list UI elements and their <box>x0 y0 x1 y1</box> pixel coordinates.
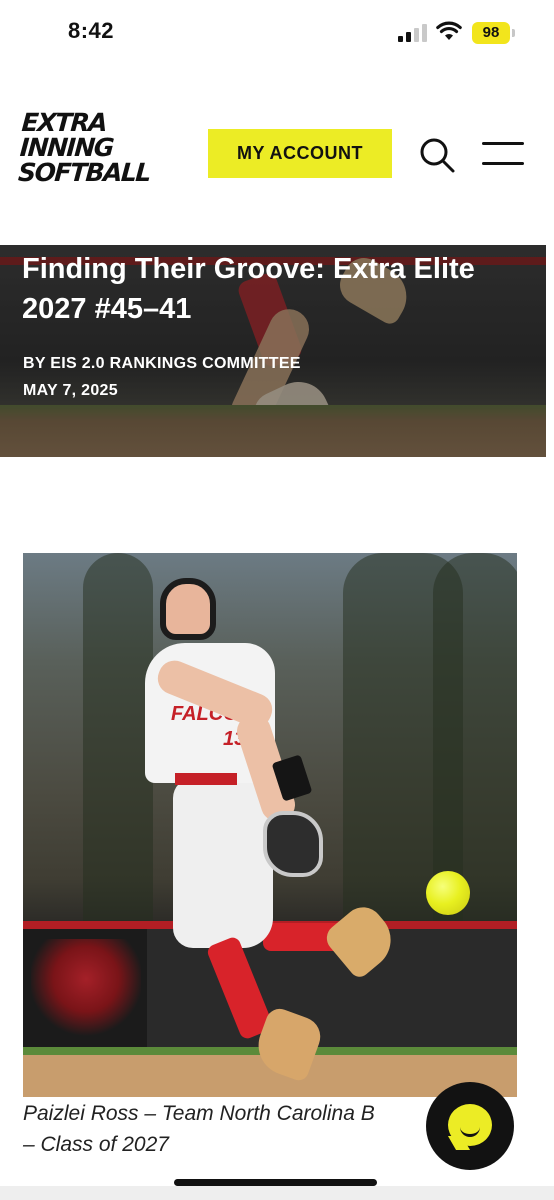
photo-caption: Paizlei Ross – Team North Carolina B – C… <box>23 1102 375 1156</box>
status-time: 8:42 <box>68 18 115 43</box>
chat-bubble-icon <box>448 1104 492 1146</box>
status-bar: 8:42 98 <box>0 0 554 62</box>
hamburger-menu-icon[interactable] <box>482 140 526 170</box>
wifi-icon <box>436 21 462 40</box>
battery-indicator: 98 <box>472 22 515 44</box>
logo-line-2: INNING <box>18 133 114 162</box>
article-byline: BY EIS 2.0 RANKINGS COMMITTEE <box>23 355 301 372</box>
cellular-signal-icon <box>398 24 428 42</box>
site-header: EXTRA INNING SOFTBALL MY ACCOUNT <box>0 62 554 245</box>
article-hero: Finding Their Groove: Extra Elite 2027 #… <box>0 245 546 457</box>
search-icon[interactable] <box>418 136 456 174</box>
glove <box>263 811 323 877</box>
logo-line-3: SOFTBALL <box>17 158 151 187</box>
site-logo[interactable]: EXTRA INNING SOFTBALL <box>17 108 172 187</box>
article-date: MAY 7, 2025 <box>23 382 118 399</box>
article-title: Finding Their Groove: Extra Elite 2027 #… <box>22 253 475 325</box>
chat-button[interactable] <box>426 1082 514 1170</box>
article-photo: FALCONS 13 <box>23 553 517 1097</box>
home-indicator[interactable] <box>174 1179 377 1186</box>
logo-line-1: EXTRA <box>20 108 108 137</box>
my-account-button[interactable]: MY ACCOUNT <box>208 129 392 178</box>
batting-helmet <box>160 578 216 640</box>
pitcher-figure: FALCONS 13 <box>23 553 517 1097</box>
softball <box>426 871 470 915</box>
browser-bottom-bar <box>0 1186 554 1200</box>
